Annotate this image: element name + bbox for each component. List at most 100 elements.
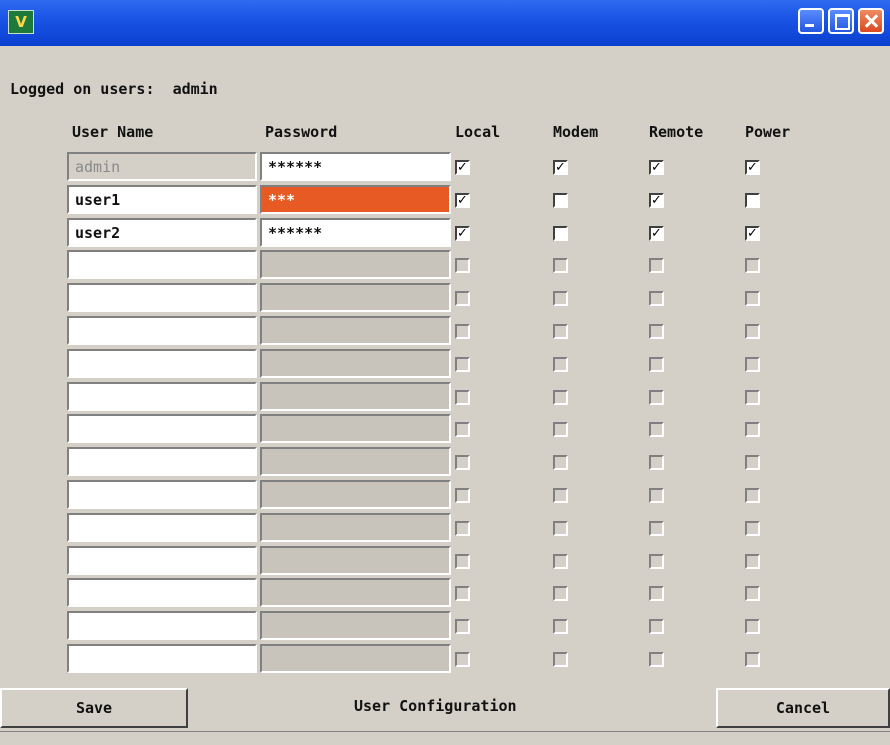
- user-name-field[interactable]: [67, 414, 257, 443]
- password-field[interactable]: [260, 578, 451, 607]
- power-checkbox: [745, 554, 760, 569]
- remote-checkbox: [649, 258, 664, 273]
- minimize-icon[interactable]: [798, 8, 824, 34]
- user-name-field[interactable]: [67, 250, 257, 279]
- password-field[interactable]: [260, 513, 451, 542]
- remote-checkbox[interactable]: ✓: [649, 193, 664, 208]
- remote-checkbox: [649, 390, 664, 405]
- local-checkbox: [455, 586, 470, 601]
- password-field[interactable]: [260, 611, 451, 640]
- logged-user: admin: [172, 80, 218, 98]
- save-button[interactable]: Save: [0, 688, 188, 728]
- local-checkbox: [455, 652, 470, 667]
- modem-checkbox: [553, 324, 568, 339]
- modem-checkbox: [553, 652, 568, 667]
- local-checkbox: [455, 258, 470, 273]
- modem-checkbox: [553, 619, 568, 634]
- password-field[interactable]: [260, 546, 451, 575]
- remote-checkbox: [649, 357, 664, 372]
- password-field[interactable]: [260, 480, 451, 509]
- password-field[interactable]: [260, 283, 451, 312]
- modem-checkbox: [553, 258, 568, 273]
- password-field[interactable]: ***: [260, 185, 451, 214]
- user-name-field[interactable]: [67, 349, 257, 378]
- user-name-field[interactable]: [67, 316, 257, 345]
- password-field[interactable]: [260, 414, 451, 443]
- remote-checkbox: [649, 521, 664, 536]
- local-checkbox: [455, 390, 470, 405]
- user-config-window: V Logged on users: admin User Name Passw…: [0, 0, 890, 745]
- power-checkbox: [745, 422, 760, 437]
- remote-checkbox[interactable]: ✓: [649, 160, 664, 175]
- power-checkbox[interactable]: [745, 193, 760, 208]
- local-checkbox: [455, 488, 470, 503]
- user-name-field[interactable]: user2: [67, 218, 257, 247]
- user-name-field[interactable]: [67, 447, 257, 476]
- header-password: Password: [265, 123, 338, 141]
- title-bar[interactable]: V: [0, 0, 890, 46]
- maximize-icon[interactable]: [828, 8, 854, 34]
- power-checkbox: [745, 488, 760, 503]
- remote-checkbox: [649, 291, 664, 306]
- power-checkbox: [745, 291, 760, 306]
- local-checkbox: [455, 521, 470, 536]
- remote-checkbox[interactable]: ✓: [649, 226, 664, 241]
- power-checkbox: [745, 652, 760, 667]
- power-checkbox: [745, 521, 760, 536]
- modem-checkbox[interactable]: ✓: [553, 160, 568, 175]
- password-field[interactable]: ******: [260, 152, 451, 181]
- logged-label: Logged on users:: [10, 80, 155, 98]
- power-checkbox[interactable]: ✓: [745, 226, 760, 241]
- modem-checkbox: [553, 586, 568, 601]
- user-name-field[interactable]: [67, 480, 257, 509]
- cancel-button[interactable]: Cancel: [716, 688, 890, 728]
- local-checkbox[interactable]: ✓: [455, 226, 470, 241]
- password-field[interactable]: [260, 250, 451, 279]
- password-field[interactable]: [260, 644, 451, 673]
- password-field[interactable]: [260, 382, 451, 411]
- modem-checkbox: [553, 357, 568, 372]
- power-checkbox: [745, 455, 760, 470]
- password-field[interactable]: ******: [260, 218, 451, 247]
- password-field[interactable]: [260, 349, 451, 378]
- header-local: Local: [455, 123, 501, 141]
- power-checkbox: [745, 390, 760, 405]
- modem-checkbox: [553, 521, 568, 536]
- power-checkbox[interactable]: ✓: [745, 160, 760, 175]
- remote-checkbox: [649, 554, 664, 569]
- remote-checkbox: [649, 586, 664, 601]
- power-checkbox: [745, 324, 760, 339]
- password-field[interactable]: [260, 316, 451, 345]
- local-checkbox: [455, 324, 470, 339]
- power-checkbox: [745, 258, 760, 273]
- user-name-field[interactable]: [67, 546, 257, 575]
- user-name-field[interactable]: [67, 644, 257, 673]
- close-icon[interactable]: [858, 8, 884, 34]
- header-modem: Modem: [553, 123, 599, 141]
- password-field[interactable]: [260, 447, 451, 476]
- modem-checkbox: [553, 554, 568, 569]
- app-icon[interactable]: V: [8, 10, 34, 34]
- remote-checkbox: [649, 422, 664, 437]
- user-name-field: admin: [67, 152, 257, 181]
- local-checkbox: [455, 291, 470, 306]
- header-power: Power: [745, 123, 791, 141]
- user-name-field[interactable]: [67, 283, 257, 312]
- remote-checkbox: [649, 652, 664, 667]
- user-name-field[interactable]: user1: [67, 185, 257, 214]
- modem-checkbox: [553, 390, 568, 405]
- modem-checkbox[interactable]: [553, 193, 568, 208]
- modem-checkbox[interactable]: [553, 226, 568, 241]
- local-checkbox: [455, 619, 470, 634]
- local-checkbox[interactable]: ✓: [455, 160, 470, 175]
- logged-on-users: Logged on users: admin: [10, 80, 218, 98]
- user-name-field[interactable]: [67, 382, 257, 411]
- local-checkbox: [455, 357, 470, 372]
- user-name-field[interactable]: [67, 611, 257, 640]
- user-name-field[interactable]: [67, 513, 257, 542]
- status-bar: [0, 731, 890, 745]
- modem-checkbox: [553, 291, 568, 306]
- local-checkbox[interactable]: ✓: [455, 193, 470, 208]
- user-name-field[interactable]: [67, 578, 257, 607]
- header-remote: Remote: [649, 123, 704, 141]
